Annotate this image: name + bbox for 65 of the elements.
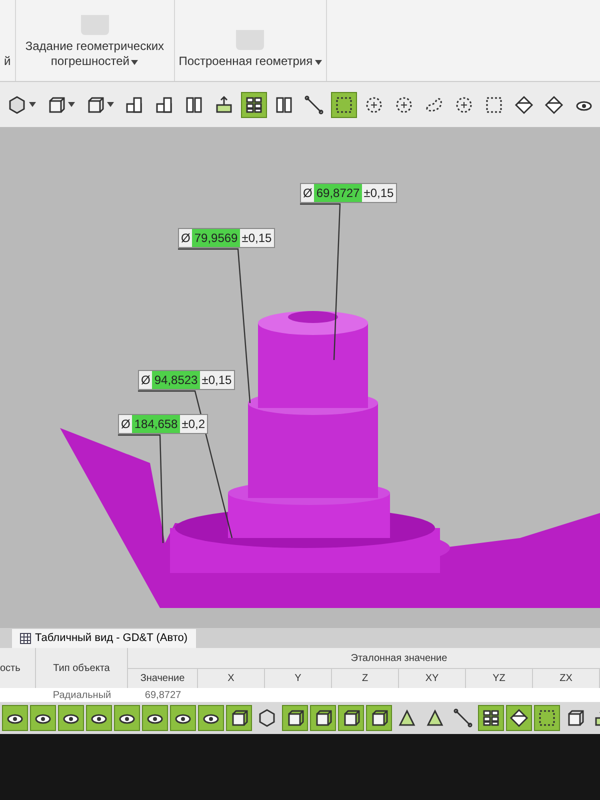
square-icon — [334, 94, 354, 114]
line-icon — [453, 708, 473, 728]
caret-icon — [131, 60, 138, 65]
toolbar-button[interactable] — [86, 705, 112, 731]
toolbar-button[interactable] — [58, 705, 84, 731]
toolbar-button[interactable] — [2, 705, 28, 731]
grid-icon — [481, 708, 501, 728]
toolbar-button[interactable] — [506, 705, 532, 731]
caret-icon — [314, 60, 322, 65]
circle-icon — [364, 94, 384, 114]
caret-icon — [68, 102, 75, 107]
dimension-value: 79,9569 — [192, 229, 240, 247]
toolbar-button[interactable] — [478, 705, 504, 731]
grid-icon — [244, 94, 264, 114]
toolbar-button[interactable] — [30, 705, 56, 731]
toolbar-button[interactable] — [170, 705, 196, 731]
toolbar-button[interactable] — [198, 705, 224, 731]
hexagon-icon — [7, 94, 27, 114]
table-icon — [20, 633, 31, 644]
toolbar-button[interactable] — [534, 705, 560, 731]
columns-icon — [184, 94, 204, 114]
diameter-symbol: Ø — [181, 230, 190, 247]
ribbon-button[interactable]: Задание геометрических погрешностей — [20, 39, 170, 69]
circle-icon — [394, 94, 414, 114]
ribbon-button[interactable]: Построенная геометрия — [178, 54, 322, 69]
diameter-symbol: Ø — [121, 416, 130, 433]
columns-icon — [274, 94, 294, 114]
tolerance: ±0,15 — [242, 230, 272, 247]
circle-icon — [454, 94, 474, 114]
table-cell-text: Радиальный — [52, 688, 112, 702]
diamond-icon — [544, 94, 564, 114]
ribbon-button[interactable]: й — [4, 54, 11, 69]
dimension-value: 69,8727 — [314, 184, 362, 202]
toolbar-button[interactable] — [331, 92, 357, 118]
tolerance: ±0,15 — [202, 372, 232, 389]
triangle-icon — [425, 708, 445, 728]
caret-icon — [107, 102, 114, 107]
column-group-header: Эталонная значение — [350, 652, 448, 666]
caret-icon — [29, 102, 36, 107]
extrude-icon — [214, 94, 234, 114]
square-icon — [537, 708, 557, 728]
dimension-value: 94,8523 — [152, 371, 200, 389]
table-cell-text: 69,8727 — [144, 688, 182, 702]
layout-icon — [154, 94, 174, 114]
toolbar-button[interactable] — [282, 705, 308, 731]
toolbar-button[interactable] — [142, 705, 168, 731]
diamond-icon — [514, 94, 534, 114]
square-icon — [484, 94, 504, 114]
toolbar-button[interactable] — [241, 92, 267, 118]
tolerance: ±0,2 — [182, 416, 206, 433]
panel-tab[interactable]: Табличный вид - GD&T (Авто) — [12, 629, 196, 648]
toolbar-button[interactable] — [338, 705, 364, 731]
diameter-symbol: Ø — [303, 185, 312, 202]
toolbar-button[interactable] — [226, 705, 252, 731]
diamond-icon — [509, 708, 529, 728]
diameter-symbol: Ø — [141, 372, 150, 389]
toolbar-button[interactable] — [114, 705, 140, 731]
line-icon — [304, 94, 324, 114]
tolerance: ±0,15 — [364, 185, 394, 202]
dimension-value: 184,658 — [132, 415, 180, 433]
hexagon-icon — [257, 708, 277, 728]
toolbar-button[interactable] — [366, 705, 392, 731]
layout-icon — [124, 94, 144, 114]
toolbar-button[interactable] — [310, 705, 336, 731]
triangle-icon — [397, 708, 417, 728]
